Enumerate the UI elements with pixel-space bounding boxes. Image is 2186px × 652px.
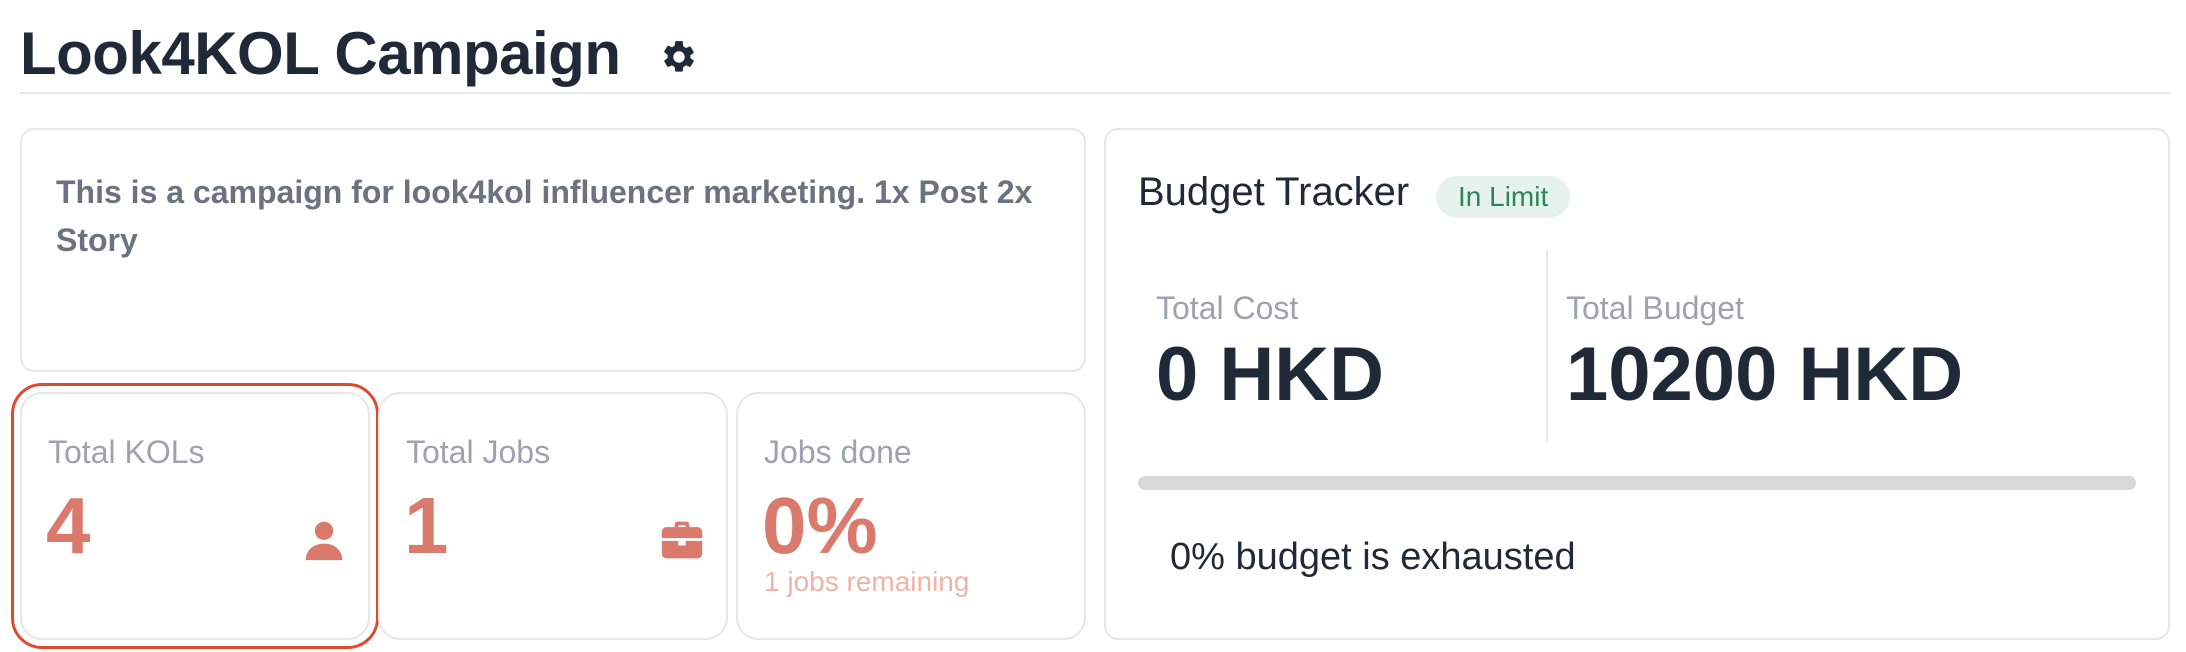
status-badge: In Limit xyxy=(1436,176,1571,218)
total-kols-label: Total KOLs xyxy=(48,434,205,470)
total-kols-value: 4 xyxy=(46,481,91,570)
jobs-remaining-text: 1 jobs remaining xyxy=(764,566,970,597)
budget-exhausted-text: 0% budget is exhausted xyxy=(1170,536,1576,578)
total-budget-label: Total Budget xyxy=(1566,290,1744,326)
total-jobs-value: 1 xyxy=(404,481,449,570)
page-header: Look4KOL Campaign xyxy=(20,14,2170,94)
campaign-description-card: This is a campaign for look4kol influenc… xyxy=(20,128,1086,372)
gear-icon[interactable] xyxy=(660,38,698,76)
total-cost-metric: Total Cost 0 HKD xyxy=(1156,290,1384,413)
total-jobs-card[interactable]: Total Jobs 1 xyxy=(378,392,728,640)
metric-divider xyxy=(1546,250,1548,442)
person-icon xyxy=(305,521,343,561)
budget-tracker-title: Budget Tracker xyxy=(1138,170,1410,214)
page-title: Look4KOL Campaign xyxy=(20,20,621,87)
total-budget-value: 10200 HKD xyxy=(1566,332,1964,417)
jobs-done-value: 0% xyxy=(762,481,878,570)
jobs-done-label: Jobs done xyxy=(764,434,912,470)
jobs-done-card[interactable]: Jobs done 0% 1 jobs remaining xyxy=(736,392,1086,640)
briefcase-icon xyxy=(661,521,703,559)
campaign-description: This is a campaign for look4kol influenc… xyxy=(56,174,1033,258)
total-cost-label: Total Cost xyxy=(1156,290,1299,326)
total-jobs-label: Total Jobs xyxy=(406,434,551,470)
budget-progress-bar xyxy=(1138,476,2136,490)
budget-tracker-card: Budget Tracker In Limit Total Cost 0 HKD… xyxy=(1104,128,2170,640)
total-kols-card[interactable]: Total KOLs 4 xyxy=(11,383,379,649)
total-cost-value: 0 HKD xyxy=(1156,332,1385,417)
total-budget-metric: Total Budget 10200 HKD xyxy=(1566,290,1963,413)
